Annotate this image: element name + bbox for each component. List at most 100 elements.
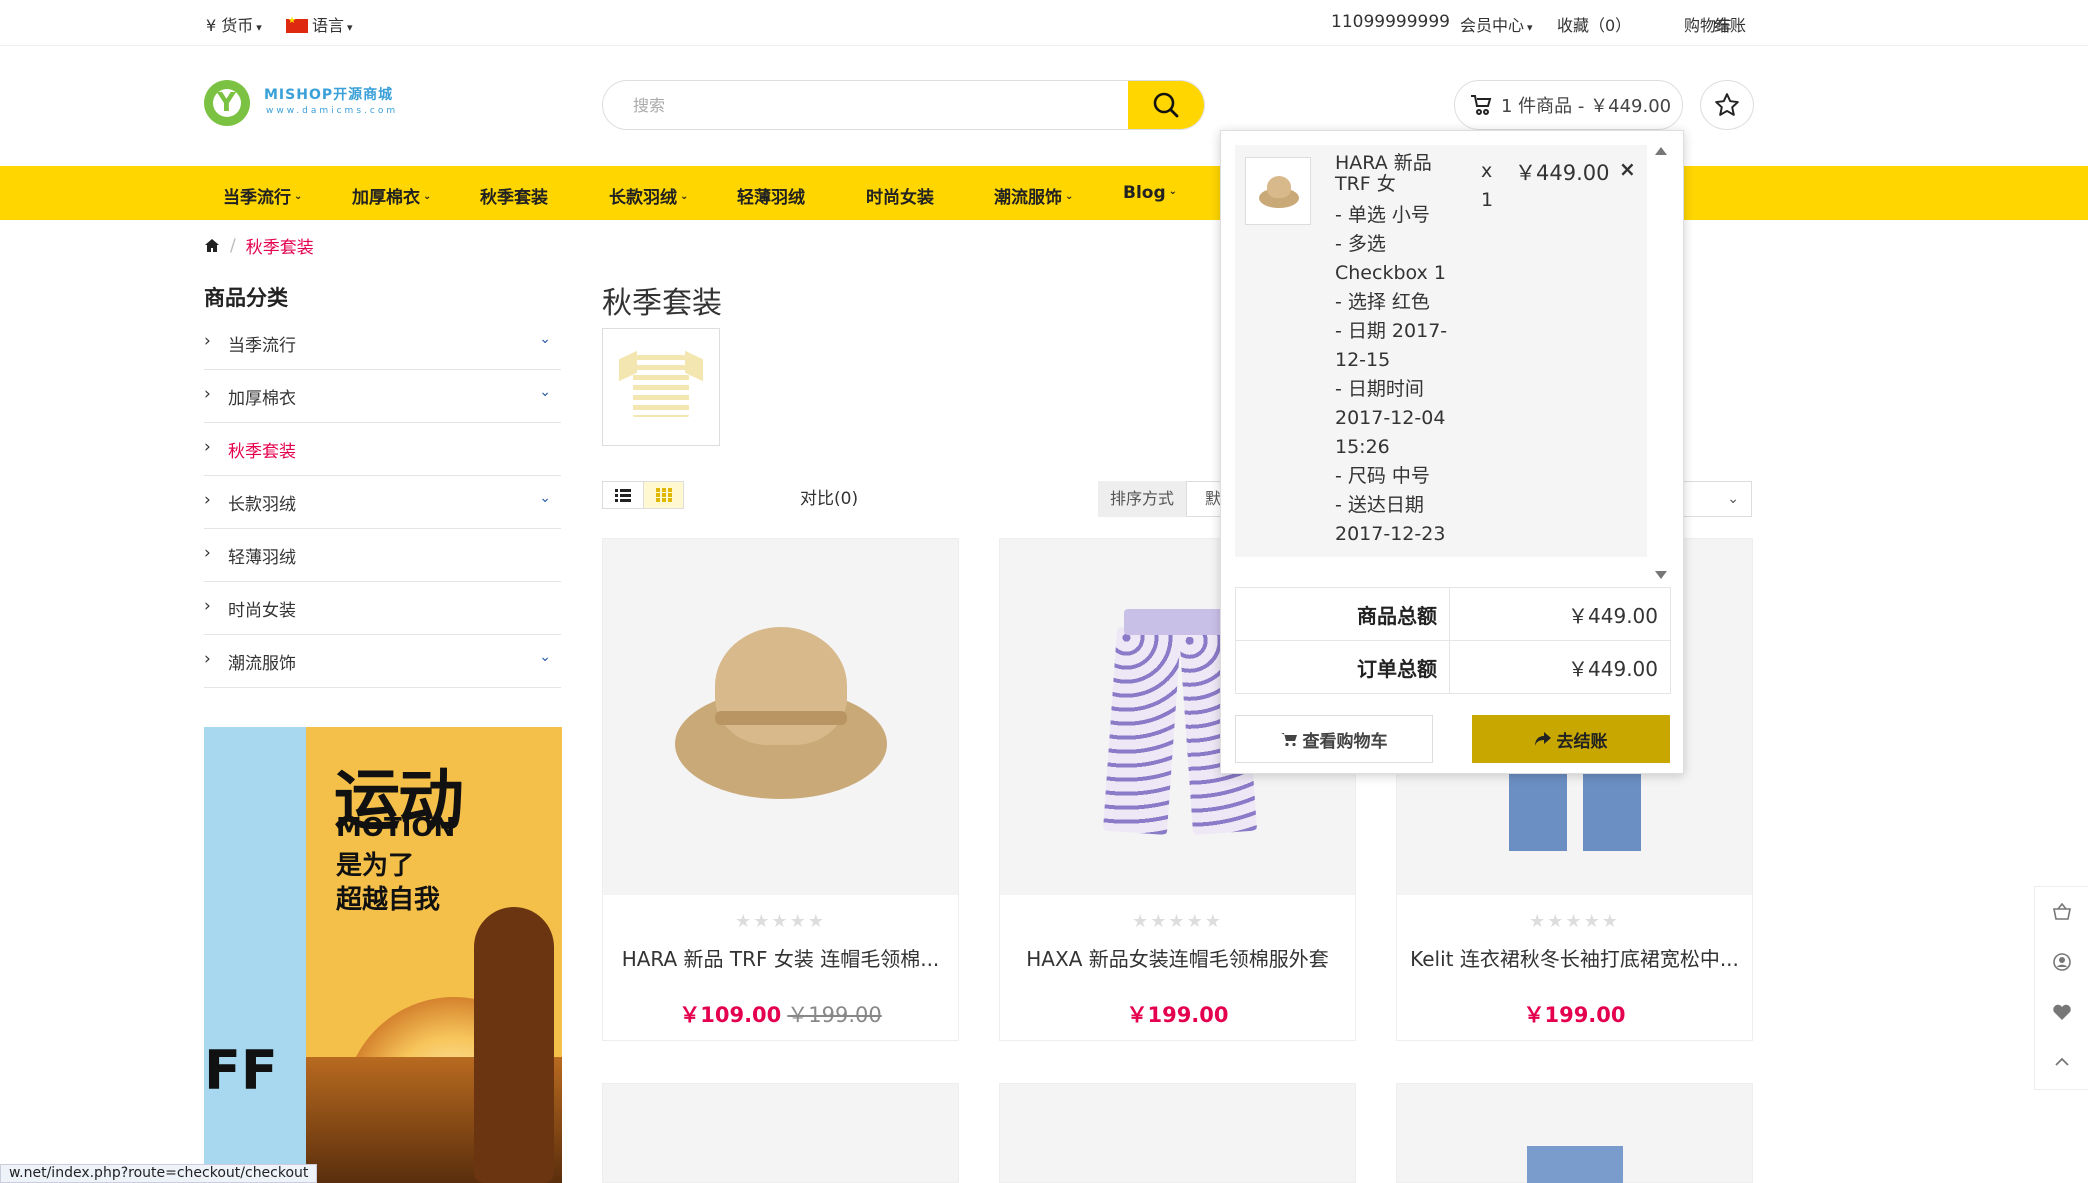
user-circle-icon <box>2053 953 2071 971</box>
product-name[interactable]: HAXA 新品女装连帽毛领棉服外套 <box>1000 943 1355 972</box>
chevron-down-icon: ⌄ <box>294 191 303 202</box>
subtotal-row: 商品总额 ￥449.00 <box>1235 587 1671 641</box>
cart-icon <box>1471 95 1492 115</box>
rail-account-button[interactable] <box>2035 937 2088 987</box>
sidebar-promo-banner[interactable]: 运动 MOTION 是为了 超越自我 FF <box>204 727 562 1183</box>
nav-item-padded-coat[interactable]: 加厚棉衣 ⌄ <box>352 183 431 208</box>
favorites-link[interactable]: 收藏（0） <box>1557 12 1631 36</box>
chevron-right-icon: › <box>204 437 211 457</box>
nav-item-light-down[interactable]: 轻薄羽绒 <box>737 183 805 208</box>
sidebar-item-trendy[interactable]: › 潮流服饰 ⌄ <box>204 635 561 688</box>
search-button[interactable] <box>1128 81 1204 129</box>
product-card[interactable] <box>602 1083 959 1183</box>
nav-item-blog[interactable]: Blog ⌄ <box>1123 183 1177 203</box>
rating-stars: ★★★★★ <box>735 911 826 932</box>
nav-item-long-down[interactable]: 长款羽绒 ⌄ <box>609 183 688 208</box>
star-icon <box>1715 93 1739 116</box>
tshirt-image <box>633 355 689 417</box>
sidebar-item-seasonal[interactable]: › 当季流行 ⌄ <box>204 317 561 370</box>
banner-fragment: FF <box>204 1039 278 1102</box>
checkout-button[interactable]: 去结账 <box>1472 715 1670 763</box>
product-price: ￥199.00 <box>1523 1003 1626 1027</box>
chevron-down-icon[interactable]: ⌄ <box>539 384 551 400</box>
scroll-up-arrow-icon[interactable] <box>1655 147 1667 155</box>
phone-number: 11099999999 <box>1331 12 1450 32</box>
chevron-right-icon: › <box>204 596 211 616</box>
sidebar-item-light-down[interactable]: › 轻薄羽绒 <box>204 529 561 582</box>
scroll-down-arrow-icon[interactable] <box>1655 571 1667 579</box>
logo-subtext: www.damicms.com <box>266 106 399 116</box>
list-view-button[interactable] <box>603 482 643 508</box>
currency-dropdown[interactable]: ¥ 货币 ▾ <box>206 12 262 36</box>
chevron-right-icon: › <box>204 543 211 563</box>
sort-label: 排序方式 <box>1098 481 1186 517</box>
runner-silhouette <box>474 907 554 1183</box>
cart-item-quantity: x 1 <box>1481 160 1494 211</box>
chevron-down-icon: ⌄ <box>680 191 689 202</box>
rail-back-to-top-button[interactable] <box>2035 1037 2088 1087</box>
chevron-up-icon <box>2055 1057 2069 1066</box>
compare-link[interactable]: 对比(0) <box>800 484 858 509</box>
list-icon <box>615 489 631 502</box>
share-arrow-icon <box>1534 732 1551 746</box>
sidebar-item-long-down[interactable]: › 长款羽绒 ⌄ <box>204 476 561 529</box>
language-dropdown[interactable]: 语言▾ <box>286 12 353 36</box>
nav-item-fashion-women[interactable]: 时尚女装 <box>866 183 934 208</box>
search-bar <box>602 80 1205 130</box>
cart-item-thumbnail[interactable] <box>1245 157 1311 225</box>
wishlist-button[interactable] <box>1700 80 1754 130</box>
remove-item-icon[interactable]: × <box>1619 157 1636 181</box>
nav-item-trendy[interactable]: 潮流服饰 ⌄ <box>994 183 1073 208</box>
product-card[interactable]: ★★★★★ HARA 新品 TRF 女装 连帽毛领棉... ￥109.00 ￥19… <box>602 538 959 1041</box>
product-image[interactable] <box>603 539 958 895</box>
cart-summary-button[interactable]: 1 件商品 - ￥449.00 <box>1454 80 1683 130</box>
product-name[interactable]: Kelit 连衣裙秋冬长袖打底裙宽松中... <box>1397 943 1752 972</box>
cart-item-description: HARA 新品 TRF 女 - 单选 小号 - 多选 Checkbox 1 - … <box>1335 153 1465 549</box>
sidebar-item-fashion-women[interactable]: › 时尚女装 <box>204 582 561 635</box>
search-icon <box>1153 92 1179 118</box>
page-title: 秋季套装 <box>602 286 722 321</box>
chevron-down-icon: ⌄ <box>1727 491 1739 507</box>
heart-icon <box>2053 1004 2071 1020</box>
subtotal-value: ￥449.00 <box>1449 587 1671 641</box>
breadcrumb-current[interactable]: 秋季套装 <box>246 233 314 258</box>
total-label: 订单总额 <box>1235 640 1450 694</box>
grid-icon <box>655 488 672 502</box>
chevron-right-icon: › <box>204 490 211 510</box>
banner-line: 是为了 <box>336 851 415 881</box>
logo-text: MISHOP开源商城 <box>264 87 394 103</box>
basket-icon <box>2053 903 2071 920</box>
cart-item-name[interactable]: HARA 新品 TRF 女 <box>1335 153 1465 195</box>
sidebar-title: 商品分类 <box>204 286 288 310</box>
rating-stars: ★★★★★ <box>1132 911 1223 932</box>
cart-item-option: - 单选 小号 <box>1335 204 1430 226</box>
product-card[interactable] <box>999 1083 1356 1183</box>
home-icon[interactable] <box>204 238 220 253</box>
nav-item-autumn-set[interactable]: 秋季套装 <box>480 183 548 208</box>
product-card[interactable] <box>1396 1083 1753 1183</box>
cart-item-list: HARA 新品 TRF 女 - 单选 小号 - 多选 Checkbox 1 - … <box>1235 145 1647 557</box>
total-row: 订单总额 ￥449.00 <box>1235 640 1671 694</box>
rail-wishlist-button[interactable] <box>2035 987 2088 1037</box>
view-cart-button[interactable]: 查看购物车 <box>1235 715 1433 763</box>
china-flag-icon <box>286 16 308 33</box>
top-bar: ¥ 货币▾ 语言▾ 11099999999 会员中心▾ 收藏（0） 购物车 结账 <box>0 0 2088 46</box>
rail-cart-button[interactable] <box>2035 887 2088 937</box>
member-center-dropdown[interactable]: 会员中心 ▾ <box>1460 12 1533 36</box>
checkout-link[interactable]: 结账 <box>1714 12 1746 36</box>
product-name[interactable]: HARA 新品 TRF 女装 连帽毛领棉... <box>603 943 958 972</box>
cart-icon <box>1280 732 1297 746</box>
chevron-right-icon: › <box>204 331 211 351</box>
chevron-down-icon[interactable]: ⌄ <box>539 649 551 665</box>
nav-item-seasonal[interactable]: 当季流行 ⌄ <box>223 183 302 208</box>
sidebar-item-autumn-set[interactable]: › 秋季套装 <box>204 423 561 476</box>
search-input[interactable] <box>603 81 1129 129</box>
sidebar-item-padded-coat[interactable]: › 加厚棉衣 ⌄ <box>204 370 561 423</box>
chevron-down-icon[interactable]: ⌄ <box>539 490 551 506</box>
rating-stars: ★★★★★ <box>1529 911 1620 932</box>
banner-line: 超越自我 <box>336 885 441 915</box>
site-logo[interactable]: MISHOP开源商城 www.damicms.com <box>204 78 404 128</box>
chevron-down-icon[interactable]: ⌄ <box>539 331 551 347</box>
cart-item-option: - 选择 红色 <box>1335 291 1430 313</box>
grid-view-button[interactable] <box>643 482 683 508</box>
